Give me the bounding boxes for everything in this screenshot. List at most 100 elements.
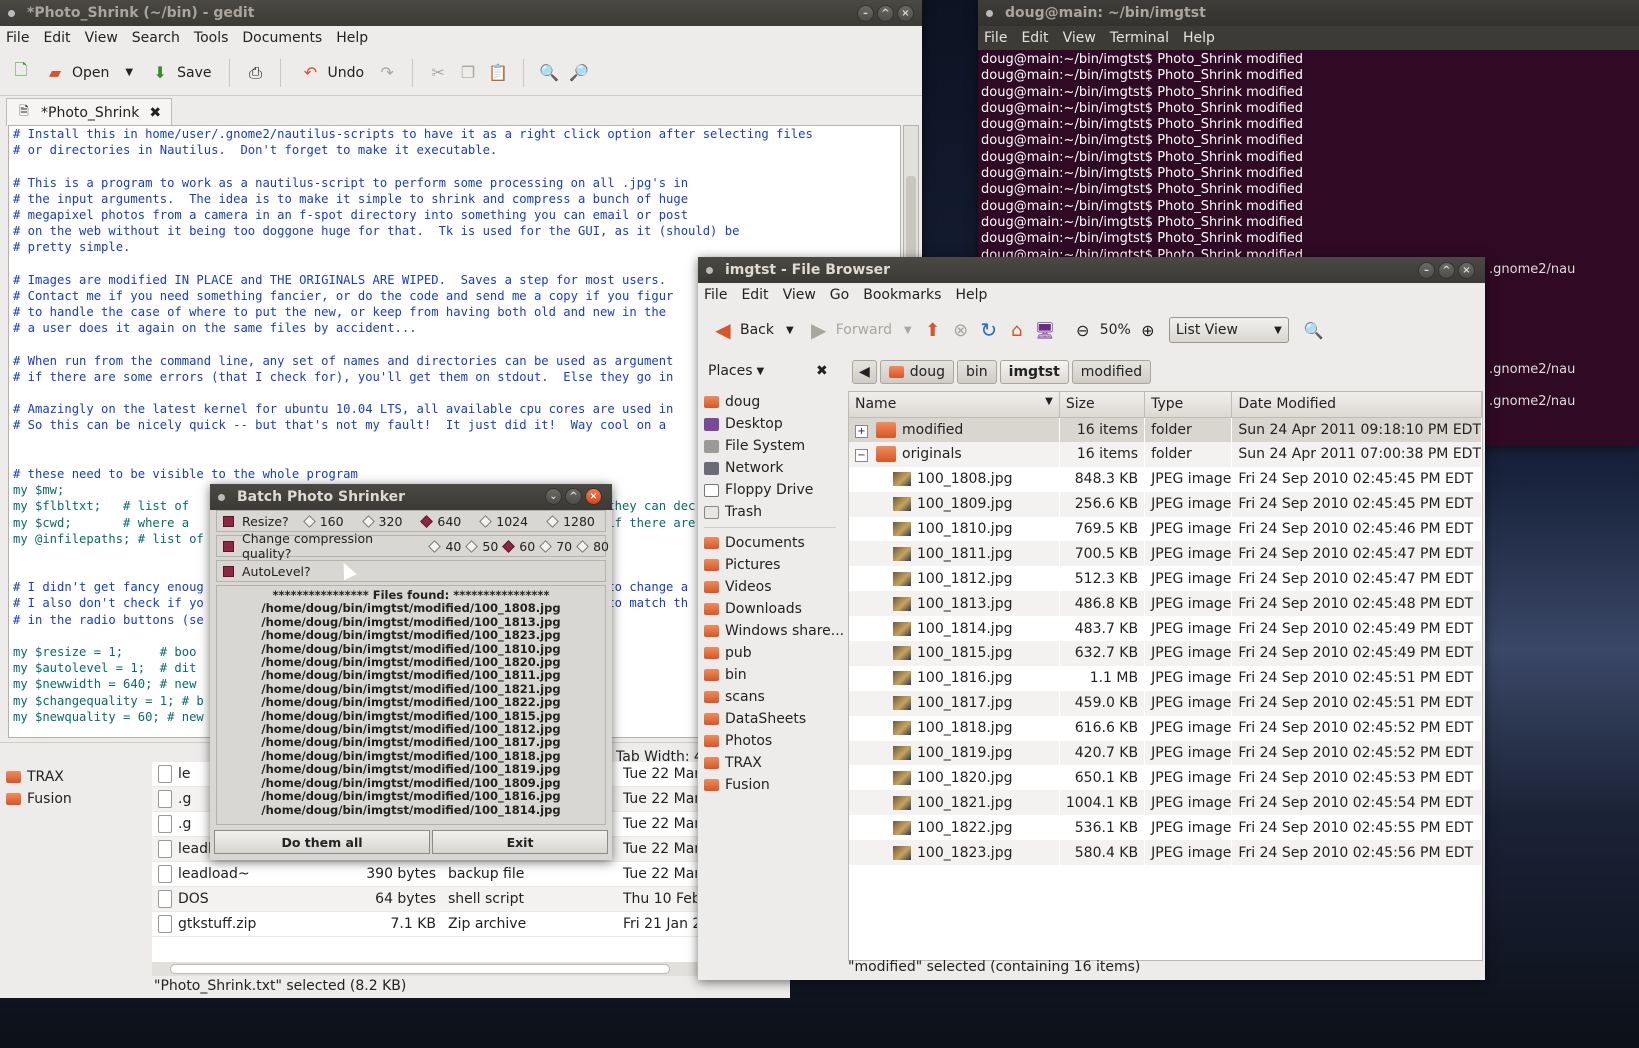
window-menu-icon[interactable]: [8, 9, 15, 17]
file-row[interactable]: 100_1810.jpg 769.5 KB JPEG image Fri 24 Sep…: [849, 516, 1482, 542]
expander-icon[interactable]: −: [855, 449, 868, 463]
file-row[interactable]: 100_1813.jpg 486.8 KB JPEG image Fri 24 Sep…: [849, 591, 1482, 617]
radio-option-50[interactable]: 50: [457, 539, 498, 554]
bg-file-row[interactable]: gtkstuff.zip 7.1 KB Zip archive Fri 21 Jan …: [152, 912, 790, 937]
new-document-icon[interactable]: 🗋: [10, 60, 32, 84]
menu-item-edit[interactable]: Edit: [1021, 30, 1048, 46]
menu-item-view[interactable]: View: [85, 30, 118, 46]
file-row[interactable]: 100_1817.jpg 459.0 KB JPEG image Fri 24 Sep…: [849, 690, 1482, 716]
batch-titlebar[interactable]: Batch Photo Shrinker ⌄ ^ ×: [210, 484, 612, 510]
file-list[interactable]: Name ▼ Size Type Date Modified + modified 1…: [848, 391, 1483, 961]
close-icon[interactable]: ×: [1458, 262, 1475, 279]
radio-option-60[interactable]: 60: [494, 539, 535, 554]
copy-icon[interactable]: ❐: [457, 62, 479, 84]
radio-button[interactable]: [361, 514, 375, 528]
radio-button[interactable]: [302, 514, 316, 528]
radio-option-70[interactable]: 70: [531, 539, 572, 554]
radio-option-160[interactable]: 160: [295, 514, 344, 529]
menu-item-help[interactable]: Help: [336, 30, 368, 46]
maximize-icon[interactable]: ^: [877, 5, 894, 22]
chevron-down-icon[interactable]: ▼: [757, 366, 765, 377]
close-icon[interactable]: ×: [897, 5, 914, 22]
column-size[interactable]: Size: [1059, 392, 1146, 418]
file-row[interactable]: 100_1811.jpg 700.5 KB JPEG image Fri 24 Sep…: [849, 541, 1482, 567]
minimize-icon[interactable]: –: [857, 5, 874, 22]
radio-option-80[interactable]: 80: [568, 539, 609, 554]
menu-item-edit[interactable]: Edit: [741, 287, 768, 303]
radio-button[interactable]: [428, 539, 442, 553]
maximize-icon[interactable]: ^: [1438, 262, 1455, 279]
autolevel-checkbox[interactable]: [223, 565, 234, 577]
exit-button[interactable]: Exit: [432, 830, 608, 854]
radio-option-40[interactable]: 40: [420, 539, 461, 554]
bg-place-item[interactable]: Fusion: [0, 788, 148, 810]
expander-icon[interactable]: +: [855, 424, 868, 438]
sidebar-item-pictures[interactable]: Pictures: [698, 554, 842, 576]
menu-item-terminal[interactable]: Terminal: [1110, 30, 1169, 46]
path-crumb-bin[interactable]: bin: [957, 360, 997, 384]
menu-item-view[interactable]: View: [783, 287, 816, 303]
file-row[interactable]: 100_1821.jpg 1004.1 KB JPEG image Fri 24 Se…: [849, 790, 1482, 816]
file-row[interactable]: 100_1815.jpg 632.7 KB JPEG image Fri 24 Sep…: [849, 641, 1482, 666]
window-menu-icon[interactable]: [986, 9, 993, 17]
column-name[interactable]: Name ▼: [849, 392, 1060, 418]
sidebar-item-downloads[interactable]: Downloads: [698, 598, 842, 620]
reload-icon[interactable]: ↻: [978, 318, 1000, 342]
file-row[interactable]: 100_1809.jpg 256.6 KB JPEG image Fri 24 Sep…: [849, 491, 1482, 517]
menu-item-edit[interactable]: Edit: [43, 30, 70, 46]
file-browser-window[interactable]: imgtst - File Browser – ^ × File Edit View…: [698, 257, 1485, 980]
terminal-titlebar[interactable]: doug@main: ~/bin/imgtst: [978, 0, 1639, 26]
back-button[interactable]: ◀ Back ▼: [708, 315, 798, 345]
search-icon[interactable]: 🔍: [1303, 319, 1325, 341]
sidebar-item-doug[interactable]: doug: [698, 391, 842, 413]
file-row[interactable]: 100_1816.jpg 1.1 MB JPEG image Fri 24 Sep 2…: [849, 665, 1482, 691]
radio-button[interactable]: [420, 514, 434, 528]
terminal-output[interactable]: doug@main:~/bin/imgtst$ Photo_Shrink mod…: [978, 50, 1639, 280]
radio-button[interactable]: [502, 539, 516, 553]
quality-checkbox[interactable]: [223, 540, 234, 552]
radio-option-640[interactable]: 640: [412, 514, 461, 529]
batch-shrinker-window[interactable]: Batch Photo Shrinker ⌄ ^ × Resize? 160 32…: [210, 484, 612, 860]
radio-option-320[interactable]: 320: [354, 514, 402, 529]
menu-item-go[interactable]: Go: [830, 287, 849, 303]
menu-item-file[interactable]: File: [984, 30, 1007, 46]
minimize-icon[interactable]: –: [1418, 262, 1435, 279]
close-tab-icon[interactable]: ✖: [149, 105, 161, 121]
path-back-arrow[interactable]: ◀: [852, 360, 877, 384]
menu-item-tools[interactable]: Tools: [194, 30, 229, 46]
bg-hscrollbar[interactable]: [152, 962, 697, 976]
filebrowser-titlebar[interactable]: imgtst - File Browser – ^ ×: [698, 257, 1485, 283]
close-sidebar-icon[interactable]: ✖: [816, 363, 828, 379]
menu-item-help[interactable]: Help: [955, 287, 987, 303]
search-replace-icon[interactable]: 🔎: [568, 62, 590, 84]
up-arrow-icon[interactable]: ⬆: [922, 319, 944, 341]
gedit-titlebar[interactable]: *Photo_Shrink (~/bin) - gedit – ^ ×: [0, 0, 922, 26]
do-them-all-button[interactable]: Do them all: [214, 830, 430, 854]
print-icon[interactable]: ⎙: [244, 62, 266, 84]
file-row[interactable]: 100_1808.jpg 848.3 KB JPEG image Fri 24 Sep…: [849, 466, 1482, 492]
sidebar-item-network[interactable]: Network: [698, 457, 842, 479]
zoom-in-icon[interactable]: ⊕: [1137, 319, 1159, 341]
sidebar-item-scans[interactable]: scans: [698, 686, 842, 708]
file-row[interactable]: 100_1818.jpg 616.6 KB JPEG image Fri 24 Sep…: [849, 715, 1482, 741]
maximize-icon[interactable]: ^: [565, 488, 582, 505]
sidebar-item-windows-share-[interactable]: Windows share...: [698, 620, 844, 642]
home-icon[interactable]: ⌂: [1006, 319, 1028, 341]
menu-item-file[interactable]: File: [704, 287, 727, 303]
sidebar-item-desktop[interactable]: Desktop: [698, 413, 842, 435]
bg-file-row[interactable]: leadload~ 390 bytes backup file Tue 22 Mar …: [152, 862, 790, 887]
chevron-down-icon[interactable]: ▼: [125, 67, 133, 78]
menu-item-documents[interactable]: Documents: [242, 30, 322, 46]
menu-item-file[interactable]: File: [6, 30, 29, 46]
sidebar-item-datasheets[interactable]: DataSheets: [698, 708, 842, 730]
path-crumb-modified[interactable]: modified: [1071, 360, 1152, 384]
close-icon[interactable]: ×: [585, 488, 602, 505]
chevron-down-icon[interactable]: ▼: [786, 325, 794, 336]
sidebar-item-trax[interactable]: TRAX: [698, 752, 842, 774]
minimize-icon[interactable]: ⌄: [545, 488, 562, 505]
radio-button[interactable]: [465, 539, 479, 553]
forward-button[interactable]: ▶ Forward ▼: [804, 315, 916, 345]
paste-icon[interactable]: 📋: [487, 62, 509, 84]
bg-place-item[interactable]: TRAX: [0, 766, 148, 788]
radio-button[interactable]: [539, 539, 553, 553]
